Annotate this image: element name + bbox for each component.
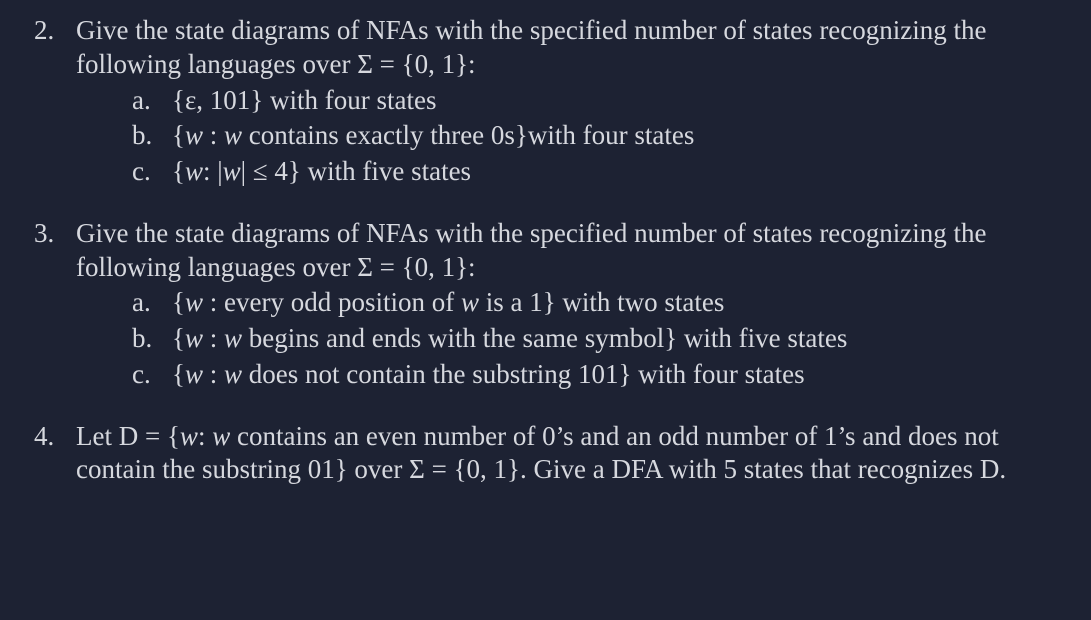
- problem-3-intro-text: Give the state diagrams of NFAs with the…: [76, 218, 987, 282]
- problem-3: 3. Give the state diagrams of NFAs with …: [20, 217, 1071, 392]
- problem-2a: a. {ε, 101} with four states: [132, 84, 1071, 118]
- problem-3b-text: {w : w begins and ends with the same sym…: [172, 323, 847, 353]
- q3a-pre: {: [172, 287, 185, 317]
- q3b-rest: begins and ends with the same symbol} wi…: [242, 323, 847, 353]
- problem-2b: b. {w : w contains exactly three 0s}with…: [132, 119, 1071, 153]
- q3c-rest: does not contain the substring 101} with…: [242, 359, 805, 389]
- q2c-var2: w: [223, 156, 241, 186]
- problem-3-intro: Give the state diagrams of NFAs with the…: [76, 218, 987, 282]
- problem-2a-text: {ε, 101} with four states: [172, 85, 436, 115]
- problem-2b-label: b.: [132, 119, 152, 153]
- problem-2c-text: {w: |w| ≤ 4} with five states: [172, 156, 471, 186]
- problem-3-alphabet: Σ = {0, 1}:: [357, 252, 475, 282]
- problem-3a-text: {w : every odd position of w is a 1} wit…: [172, 287, 724, 317]
- problem-3b: b. {w : w begins and ends with the same …: [132, 322, 1071, 356]
- q2b-pre: {: [172, 120, 185, 150]
- problem-2-intro-text: Give the state diagrams of NFAs with the…: [76, 15, 987, 79]
- problem-3a: a. {w : every odd position of w is a 1} …: [132, 286, 1071, 320]
- problem-2-number: 2.: [34, 14, 54, 48]
- problem-2: 2. Give the state diagrams of NFAs with …: [20, 14, 1071, 189]
- problem-2c-label: c.: [132, 155, 151, 189]
- q3a-rest: is a 1} with two states: [479, 287, 724, 317]
- q3c-var: w: [185, 359, 203, 389]
- q2b-var2: w: [224, 120, 242, 150]
- q3c-mid: :: [203, 359, 224, 389]
- problem-3c: c. {w : w does not contain the substring…: [132, 358, 1071, 392]
- problem-4-number: 4.: [34, 420, 54, 454]
- problem-3a-label: a.: [132, 286, 151, 320]
- problem-2b-text: {w : w contains exactly three 0s}with fo…: [172, 120, 694, 150]
- q3b-var2: w: [224, 323, 242, 353]
- problem-2a-label: a.: [132, 84, 151, 118]
- problem-2-sublist: a. {ε, 101} with four states b. {w : w c…: [76, 84, 1071, 189]
- q4-var: w: [180, 421, 198, 451]
- problem-3c-label: c.: [132, 358, 151, 392]
- q2c-rest: | ≤ 4} with five states: [241, 156, 471, 186]
- q2b-mid: :: [203, 120, 224, 150]
- q4-pre: Let D = {: [76, 421, 180, 451]
- problem-4-text: Let D = {w: w contains an even number of…: [76, 421, 1006, 485]
- problem-set-page: 2. Give the state diagrams of NFAs with …: [0, 0, 1091, 535]
- q3b-pre: {: [172, 323, 185, 353]
- q2c-mid: : |: [203, 156, 223, 186]
- q3b-mid: :: [203, 323, 224, 353]
- q3a-var: w: [185, 287, 203, 317]
- q2b-var: w: [185, 120, 203, 150]
- q2b-rest: contains exactly three 0s}with four stat…: [242, 120, 694, 150]
- q2c-var: w: [185, 156, 203, 186]
- problem-4: 4. Let D = {w: w contains an even number…: [20, 420, 1071, 488]
- q3c-pre: {: [172, 359, 185, 389]
- q4-var2: w: [212, 421, 230, 451]
- q3c-var2: w: [224, 359, 242, 389]
- q3a-mid: : every odd position of: [203, 287, 461, 317]
- q3a-var2: w: [461, 287, 479, 317]
- q2c-pre: {: [172, 156, 185, 186]
- q3b-var: w: [185, 323, 203, 353]
- problem-2c: c. {w: |w| ≤ 4} with five states: [132, 155, 1071, 189]
- problem-3-number: 3.: [34, 217, 54, 251]
- problem-3-sublist: a. {w : every odd position of w is a 1} …: [76, 286, 1071, 391]
- problem-2-intro: Give the state diagrams of NFAs with the…: [76, 15, 987, 79]
- problem-3b-label: b.: [132, 322, 152, 356]
- problem-3c-text: {w : w does not contain the substring 10…: [172, 359, 805, 389]
- q4-mid: :: [198, 421, 212, 451]
- problem-list: 2. Give the state diagrams of NFAs with …: [20, 14, 1071, 487]
- problem-2-alphabet: Σ = {0, 1}:: [357, 49, 475, 79]
